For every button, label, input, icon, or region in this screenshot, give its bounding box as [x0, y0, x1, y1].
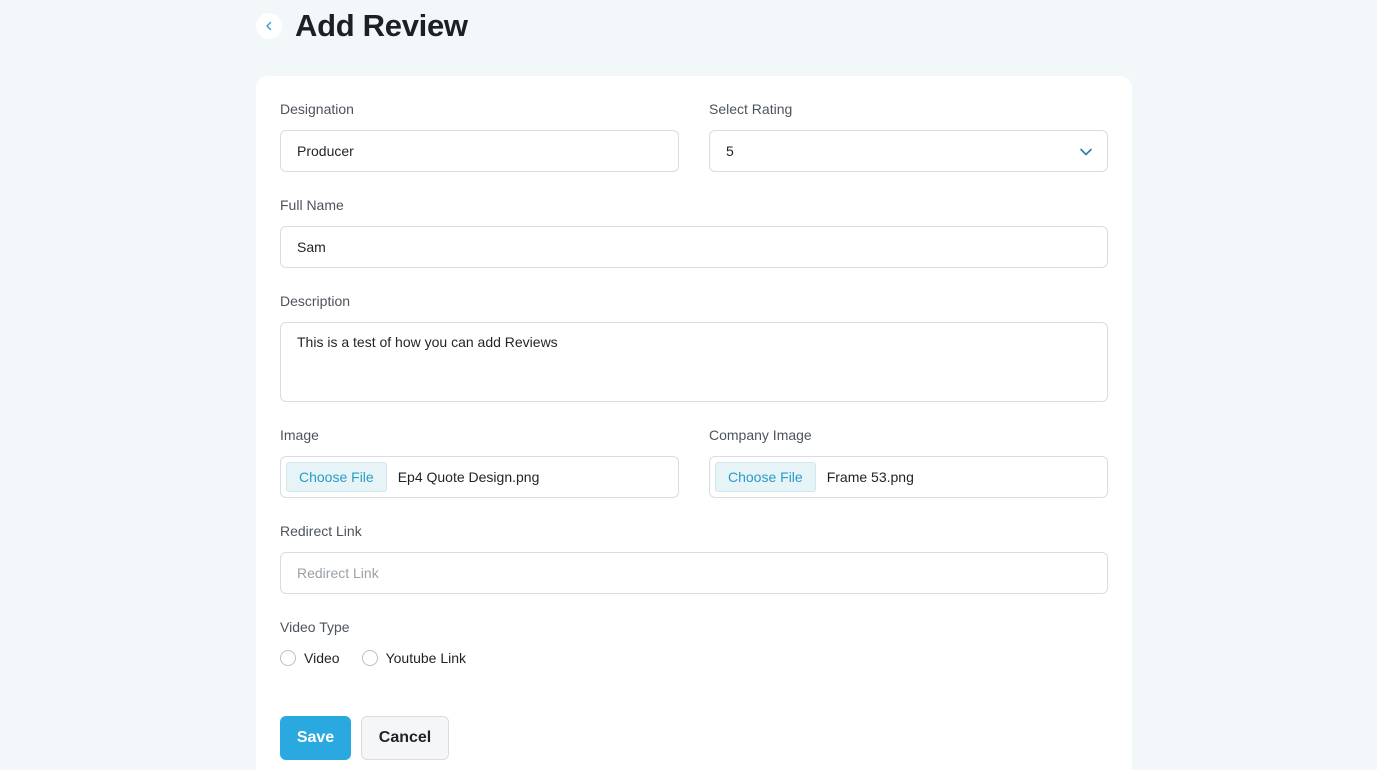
- radio-label-youtube-link: Youtube Link: [385, 650, 467, 666]
- redirect-link-input[interactable]: Redirect Link: [280, 552, 1108, 594]
- rating-select[interactable]: 5: [709, 130, 1108, 172]
- rating-value: 5: [726, 143, 734, 159]
- designation-input[interactable]: Producer: [280, 130, 679, 172]
- full-name-label: Full Name: [280, 197, 344, 213]
- save-button[interactable]: Save: [280, 716, 351, 760]
- redirect-link-label: Redirect Link: [280, 523, 362, 539]
- form-actions: Save Cancel: [280, 716, 449, 760]
- company-image-choose-file-button[interactable]: Choose File: [715, 462, 816, 492]
- radio-option-youtube-link[interactable]: Youtube Link: [361, 650, 467, 666]
- company-image-file-name: Frame 53.png: [826, 469, 914, 485]
- designation-value: Producer: [297, 143, 354, 159]
- back-button[interactable]: [256, 13, 282, 39]
- image-file-input[interactable]: Choose File Ep4 Quote Design.png: [280, 456, 679, 498]
- chevron-left-icon: [266, 21, 272, 31]
- company-image-file-input[interactable]: Choose File Frame 53.png: [709, 456, 1108, 498]
- company-image-label: Company Image: [709, 427, 812, 443]
- page-header: Add Review: [256, 8, 468, 44]
- radio-label-video: Video: [304, 650, 340, 666]
- chevron-down-icon: [1080, 148, 1092, 156]
- rating-label: Select Rating: [709, 101, 793, 117]
- description-label: Description: [280, 293, 351, 309]
- radio-button[interactable]: [280, 650, 296, 666]
- video-type-label: Video Type: [280, 619, 350, 635]
- radio-option-video[interactable]: Video: [280, 650, 340, 666]
- cancel-button[interactable]: Cancel: [361, 716, 449, 760]
- description-textarea[interactable]: This is a test of how you can add Review…: [280, 322, 1108, 402]
- page-title: Add Review: [295, 8, 468, 43]
- full-name-input[interactable]: Sam: [280, 226, 1108, 268]
- redirect-link-placeholder: Redirect Link: [297, 565, 379, 581]
- video-type-radio-group: Video Youtube Link: [280, 650, 466, 666]
- full-name-value: Sam: [297, 239, 326, 255]
- radio-button[interactable]: [361, 650, 378, 666]
- image-label: Image: [280, 427, 319, 443]
- designation-label: Designation: [280, 101, 354, 117]
- image-file-name: Ep4 Quote Design.png: [397, 469, 540, 485]
- review-form-card: Designation Producer Select Rating 5 Ful…: [256, 76, 1132, 770]
- image-choose-file-button[interactable]: Choose File: [286, 462, 387, 492]
- description-value: This is a test of how you can add Review…: [297, 334, 558, 350]
